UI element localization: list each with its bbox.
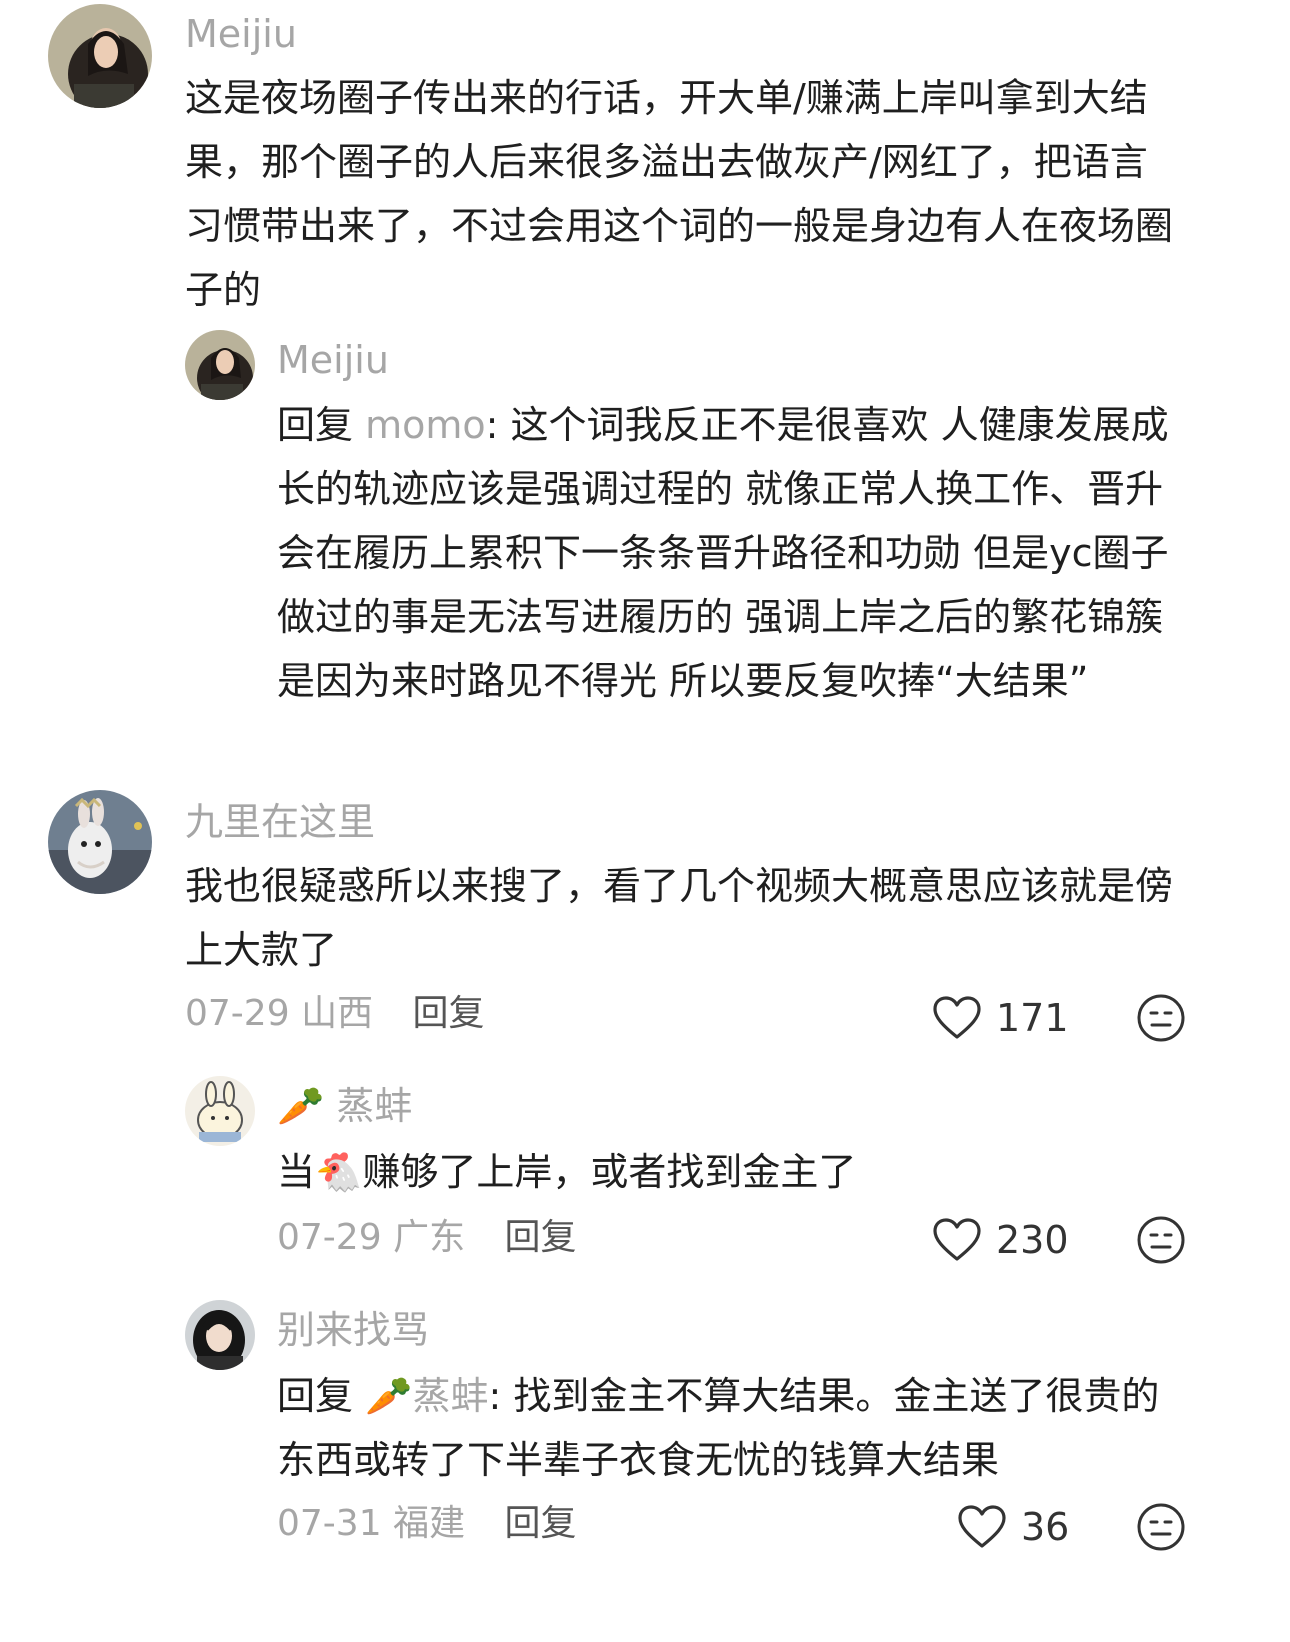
reply-body-part: 赚够了上岸，或者找到金主了 xyxy=(362,1150,857,1194)
like-button[interactable]: 171 xyxy=(932,994,1069,1042)
reply-body: : 这个词我反正不是很喜欢 人健康发展成长的轨迹应该是强调过程的 就像正常人换工… xyxy=(277,403,1169,703)
mention-name: 蒸蚌 xyxy=(412,1374,489,1418)
reply-meta: 07-29 广东 回复 xyxy=(277,1214,577,1262)
like-button[interactable]: 230 xyxy=(932,1216,1069,1264)
like-count: 36 xyxy=(1021,1505,1070,1549)
reply-date: 07-29 xyxy=(277,1217,382,1258)
woman-photo-avatar-icon xyxy=(185,330,255,400)
reply-author-name[interactable]: 🥕 蒸蚌 xyxy=(277,1082,412,1130)
comment-author-name[interactable]: 九里在这里 xyxy=(185,798,375,846)
avatar[interactable] xyxy=(48,790,152,894)
avatar[interactable] xyxy=(48,4,152,108)
woman-photo-avatar-icon xyxy=(48,4,152,108)
reply-prefix: 回复 xyxy=(277,1374,354,1418)
avatar[interactable] xyxy=(185,1076,255,1146)
comment-author-name[interactable]: Meijiu xyxy=(185,10,297,58)
heart-icon xyxy=(958,1505,1006,1548)
dislike-face-icon[interactable] xyxy=(1136,1215,1186,1265)
reply-button[interactable]: 回复 xyxy=(505,1503,577,1544)
dislike-face-icon[interactable] xyxy=(1136,993,1186,1043)
reply-meta: 07-31 福建 回复 xyxy=(277,1500,577,1548)
reply-author-name[interactable]: 别来找骂 xyxy=(277,1306,429,1354)
avatar[interactable] xyxy=(185,1300,255,1370)
comment-date: 07-29 xyxy=(185,993,290,1034)
reply-author-name-text: 蒸蚌 xyxy=(336,1084,413,1128)
reply-button[interactable]: 回复 xyxy=(505,1217,577,1258)
reply-text: 回复 momo: 这个词我反正不是很喜欢 人健康发展成长的轨迹应该是强调过程的 … xyxy=(277,393,1182,713)
heart-icon xyxy=(933,996,981,1039)
mention-link[interactable]: momo xyxy=(365,403,486,447)
cartoon-bunny-avatar-icon xyxy=(185,1076,255,1146)
comment-text: 这是夜场圈子传出来的行话，开大单/赚满上岸叫拿到大结果，那个圈子的人后来很多溢出… xyxy=(185,76,1174,312)
reply-button[interactable]: 回复 xyxy=(413,993,485,1034)
reply-location: 福建 xyxy=(393,1503,466,1544)
like-button[interactable]: 36 xyxy=(957,1503,1069,1551)
rabbit-photo-avatar-icon xyxy=(48,790,152,894)
comment-text: 我也很疑惑所以来搜了，看了几个视频大概意思应该就是傍上大款了 xyxy=(185,864,1174,972)
dislike-face-icon[interactable] xyxy=(1136,1502,1186,1552)
carrot-icon: 🥕 xyxy=(277,1084,325,1128)
avatar[interactable] xyxy=(185,330,255,400)
chicken-icon: 🐔 xyxy=(315,1150,363,1194)
girl-photo-avatar-icon xyxy=(185,1300,255,1370)
reply-prefix: 回复 xyxy=(277,403,354,447)
reply-author-name[interactable]: Meijiu xyxy=(277,336,389,384)
reply-body-part: 当 xyxy=(277,1150,316,1194)
comment-location: 山西 xyxy=(301,993,374,1034)
comment-meta: 07-29 山西 回复 xyxy=(185,990,485,1038)
reply-location: 广东 xyxy=(393,1217,466,1258)
like-count: 171 xyxy=(996,996,1069,1040)
mention-link[interactable]: 🥕蒸蚌 xyxy=(365,1374,488,1418)
like-count: 230 xyxy=(996,1218,1069,1262)
carrot-icon: 🥕 xyxy=(365,1374,413,1418)
reply-text: 当🐔赚够了上岸，或者找到金主了 xyxy=(277,1140,1182,1204)
reply-date: 07-31 xyxy=(277,1503,382,1544)
reply-text: 回复 🥕蒸蚌: 找到金主不算大结果。金主送了很贵的东西或转了下半辈子衣食无忧的钱… xyxy=(277,1364,1182,1492)
heart-icon xyxy=(933,1218,981,1261)
